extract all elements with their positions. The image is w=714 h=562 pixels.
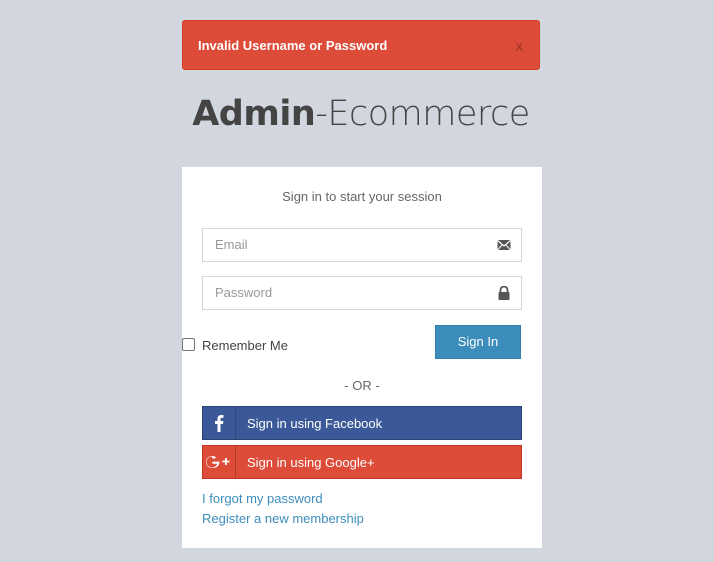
register-link[interactable]: Register a new membership [202,511,364,526]
login-box: Sign in to start your session Remember M… [182,167,542,548]
lock-icon [497,285,511,300]
forgot-password-link[interactable]: I forgot my password [202,491,323,506]
facebook-button-label: Sign in using Facebook [247,416,383,431]
facebook-icon [203,407,236,439]
remember-me-checkbox[interactable] [182,338,195,351]
password-field [202,276,522,310]
app-logo: Admin-Ecommerce [0,94,714,134]
logo-bold: Admin [192,94,316,134]
error-alert: Invalid Username or Password x [182,20,540,70]
envelope-icon [497,238,511,252]
password-input[interactable] [215,285,485,300]
google-sign-in-button[interactable]: Sign in using Google+ [202,445,522,479]
logo-light: -Ecommerce [315,94,530,134]
remember-me-label: Remember Me [202,338,288,353]
alert-close-button[interactable]: x [516,38,524,55]
sign-in-button[interactable]: Sign In [435,325,521,359]
email-field [202,228,522,262]
login-box-message: Sign in to start your session [282,189,442,204]
email-input[interactable] [215,237,485,252]
or-divider: - OR - [344,378,380,393]
google-plus-icon [203,446,236,478]
facebook-sign-in-button[interactable]: Sign in using Facebook [202,406,522,440]
alert-message: Invalid Username or Password [198,38,388,53]
google-button-label: Sign in using Google+ [247,455,375,470]
